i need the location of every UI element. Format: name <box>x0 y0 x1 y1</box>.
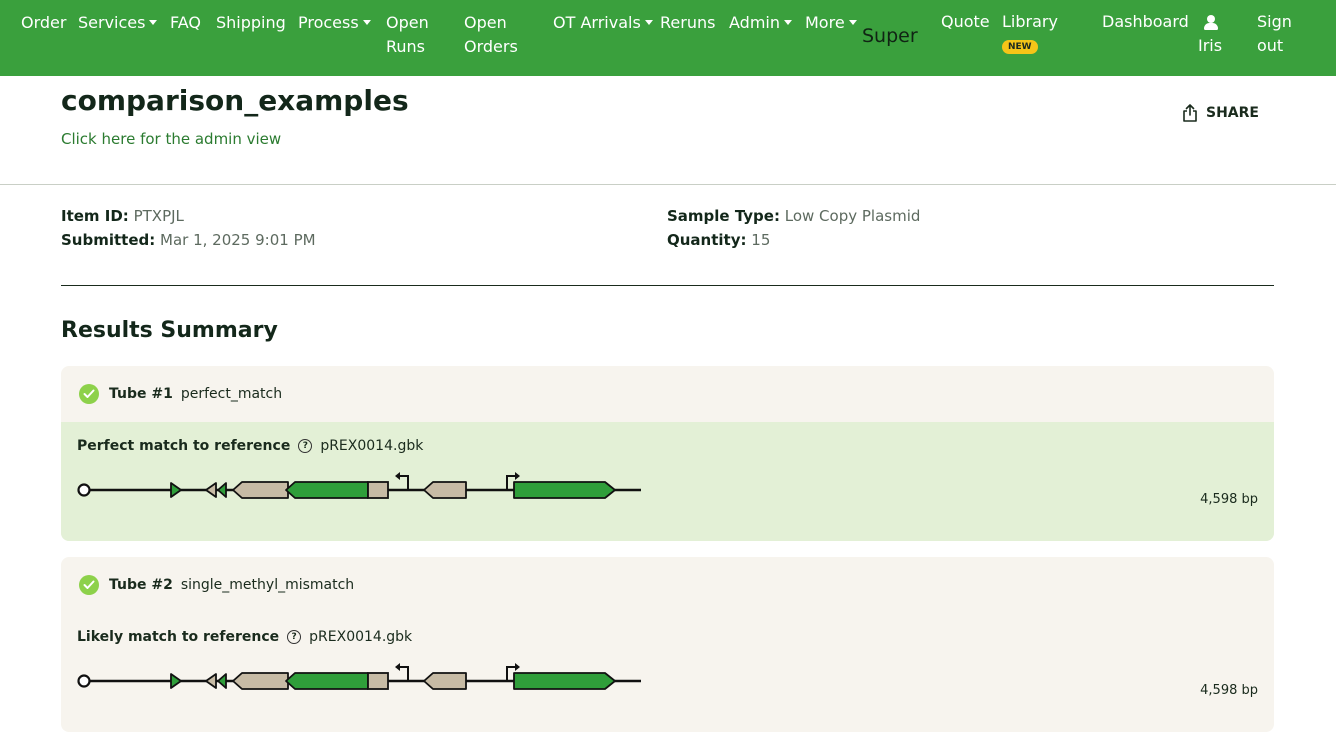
result-band-2: Likely match to reference ? pREX0014.gbk <box>61 613 1274 732</box>
result-line-2: Likely match to reference ? pREX0014.gbk <box>77 629 412 645</box>
help-circle-icon[interactable]: ? <box>287 630 302 644</box>
nav-reruns[interactable]: Reruns <box>660 11 715 35</box>
chevron-down-icon <box>644 20 653 25</box>
tube-header-1: Tube #1 perfect_match <box>79 384 282 404</box>
sample-type-label: Sample Type: <box>667 207 780 225</box>
nav-more-label: More <box>805 13 845 32</box>
item-id-row: Item ID: PTXPJL <box>61 204 316 228</box>
share-icon <box>1183 104 1197 122</box>
nav-user[interactable]: Iris <box>1198 10 1222 58</box>
nav-open-orders[interactable]: Open Orders <box>464 11 518 59</box>
tube-card-1: Tube #1 perfect_match Perfect match to r… <box>61 366 1274 541</box>
nav-shipping[interactable]: Shipping <box>216 11 286 35</box>
result-band-1: Perfect match to reference ? pREX0014.gb… <box>61 422 1274 541</box>
sequence-length: 4,598 bp <box>1200 492 1258 507</box>
nav-open-orders-line2: Orders <box>464 37 518 56</box>
nav-process[interactable]: Process <box>298 11 371 35</box>
submitted-row: Submitted: Mar 1, 2025 9:01 PM <box>61 228 316 252</box>
chevron-down-icon <box>362 20 371 25</box>
header-divider <box>0 184 1336 185</box>
nav-open-runs-line2: Runs <box>386 37 426 56</box>
tube-number: Tube #1 <box>109 386 173 402</box>
check-circle-icon <box>79 384 99 404</box>
nav-services-label: Services <box>78 13 146 32</box>
nav-quote[interactable]: Quote <box>941 10 990 34</box>
nav-open-runs[interactable]: Open Runs <box>386 11 429 59</box>
tube-number: Tube #2 <box>109 577 173 593</box>
plasmid-map[interactable] <box>75 468 655 502</box>
meta-divider <box>61 285 1274 286</box>
nav-services[interactable]: Services <box>78 11 158 35</box>
admin-view-link[interactable]: Click here for the admin view <box>61 130 281 148</box>
page-title: comparison_examples <box>61 84 409 117</box>
item-meta-right: Sample Type: Low Copy Plasmid Quantity: … <box>667 204 920 252</box>
nav-open-runs-line1: Open <box>386 13 429 32</box>
nav-order[interactable]: Order <box>21 11 66 35</box>
nav-sign-out-line1: Sign <box>1257 12 1292 31</box>
nav-library-label: Library <box>1002 12 1058 31</box>
share-button[interactable]: SHARE <box>1182 104 1259 122</box>
plasmid-map-features <box>77 663 641 690</box>
new-badge: NEW <box>1002 40 1038 54</box>
submitted-value: Mar 1, 2025 9:01 PM <box>160 231 316 249</box>
nav-more[interactable]: More <box>805 11 857 35</box>
item-meta-left: Item ID: PTXPJL Submitted: Mar 1, 2025 9… <box>61 204 316 252</box>
nav-sign-out-line2: out <box>1257 36 1284 55</box>
results-summary-title: Results Summary <box>61 318 278 343</box>
sample-type-value: Low Copy Plasmid <box>784 207 921 225</box>
plasmid-map[interactable] <box>75 659 655 693</box>
nav-admin-label: Admin <box>729 13 780 32</box>
sequence-length: 4,598 bp <box>1200 683 1258 698</box>
result-line-1: Perfect match to reference ? pREX0014.gb… <box>77 438 423 454</box>
reference-file[interactable]: pREX0014.gbk <box>309 629 412 645</box>
check-circle-icon <box>79 575 99 595</box>
nav-user-name: Iris <box>1198 36 1223 55</box>
tube-header-2: Tube #2 single_methyl_mismatch <box>79 575 354 595</box>
nav-faq[interactable]: FAQ <box>170 11 201 35</box>
nav-ot-arrivals[interactable]: OT Arrivals <box>553 11 653 35</box>
nav-admin[interactable]: Admin <box>729 11 792 35</box>
chevron-down-icon <box>848 20 857 25</box>
tube-name: perfect_match <box>180 386 283 402</box>
item-id-label: Item ID: <box>61 207 129 225</box>
nav-ot-arrivals-label: OT Arrivals <box>553 13 641 32</box>
top-nav: Order Services FAQ Shipping Process Open… <box>0 0 1336 76</box>
quantity-row: Quantity: 15 <box>667 228 920 252</box>
nav-super[interactable]: Super <box>862 24 918 48</box>
tube-name: single_methyl_mismatch <box>180 577 355 593</box>
sample-type-row: Sample Type: Low Copy Plasmid <box>667 204 920 228</box>
share-label: SHARE <box>1206 105 1259 121</box>
tube-card-2: Tube #2 single_methyl_mismatch Likely ma… <box>61 557 1274 732</box>
item-id-value: PTXPJL <box>133 207 184 225</box>
plasmid-map-features <box>77 472 641 499</box>
chevron-down-icon <box>149 20 158 25</box>
nav-sign-out[interactable]: Sign out <box>1257 10 1292 58</box>
match-status: Perfect match to reference <box>77 438 291 454</box>
match-status: Likely match to reference <box>77 629 280 645</box>
quantity-label: Quantity: <box>667 231 747 249</box>
nav-library[interactable]: Library NEW <box>1002 10 1058 56</box>
chevron-down-icon <box>784 20 792 25</box>
nav-open-orders-line1: Open <box>464 13 507 32</box>
nav-dashboard[interactable]: Dashboard <box>1102 10 1189 34</box>
submitted-label: Submitted: <box>61 231 156 249</box>
user-icon <box>1204 14 1218 30</box>
reference-file[interactable]: pREX0014.gbk <box>320 438 423 454</box>
quantity-value: 15 <box>751 231 771 249</box>
help-circle-icon[interactable]: ? <box>298 439 313 453</box>
nav-process-label: Process <box>298 13 359 32</box>
